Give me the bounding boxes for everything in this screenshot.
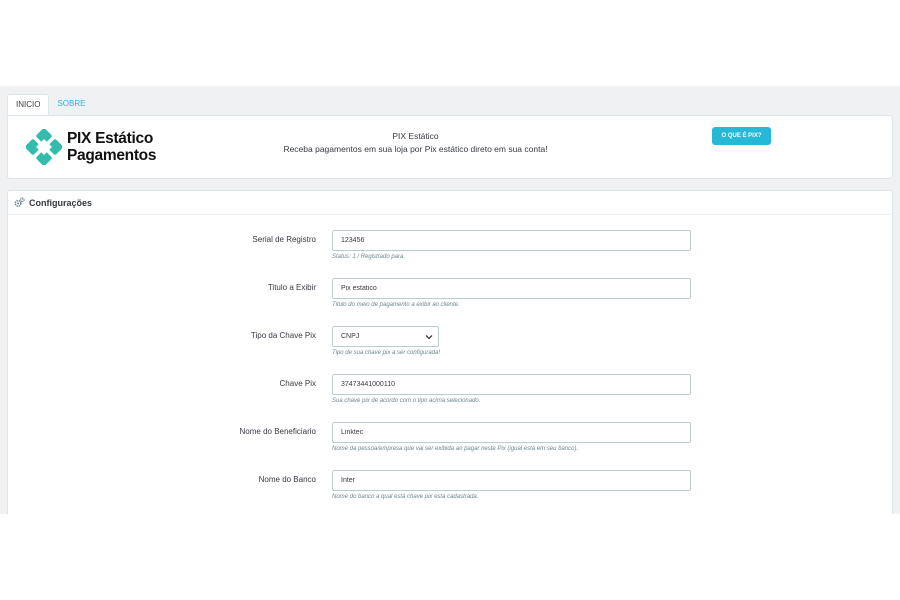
module-description: PIX Estático Receba pagamentos em sua lo… <box>258 130 573 156</box>
pix-diamond-logo-icon <box>26 129 62 165</box>
tab-bar: INICIO SOBRE <box>7 94 93 115</box>
bank-label: Nome do Banco <box>258 475 316 484</box>
module-title: PIX Estático <box>392 131 439 141</box>
logo-text: PIX Estático Pagamentos <box>67 130 156 164</box>
bank-input[interactable] <box>332 470 691 491</box>
module-header-panel: PIX Estático Pagamentos PIX Estático Rec… <box>7 115 893 179</box>
key-type-selected-value: CNPJ <box>341 333 360 340</box>
pix-logo: PIX Estático Pagamentos <box>26 129 156 165</box>
gears-icon <box>14 197 25 207</box>
key-type-label: Tipo da Chave Pix <box>250 331 316 340</box>
pix-key-input[interactable] <box>332 374 691 395</box>
title-input[interactable] <box>332 278 691 299</box>
logo-line-2: Pagamentos <box>67 147 157 164</box>
config-panel: Configurações Serial de Registro Status:… <box>7 190 893 514</box>
module-config-page: INICIO SOBRE PIX Estático Pagamentos PIX… <box>0 86 900 514</box>
chevron-down-icon <box>425 335 433 340</box>
tab-sobre[interactable]: SOBRE <box>49 94 93 115</box>
title-label: Titulo a Exibir <box>267 283 316 292</box>
pix-key-help: Sua chave pix de acordo com o tipo acima… <box>332 398 481 404</box>
config-panel-title: Configurações <box>29 197 93 208</box>
what-is-pix-button[interactable]: O QUE É PIX? <box>712 127 771 145</box>
tab-inicio[interactable]: INICIO <box>7 94 50 115</box>
config-panel-header: Configurações <box>8 191 892 215</box>
logo-line-1: PIX Estático <box>67 130 153 147</box>
serial-label: Serial de Registro <box>252 235 316 244</box>
serial-input[interactable] <box>332 230 691 251</box>
module-subtitle: Receba pagamentos em sua loja por Pix es… <box>283 144 548 154</box>
beneficiary-input[interactable] <box>332 422 691 443</box>
serial-help: Status: 1 / Registrado para. <box>332 254 406 260</box>
beneficiary-label: Nome do Beneficiario <box>239 427 316 436</box>
key-type-select[interactable]: CNPJ <box>332 326 439 347</box>
title-help: Titulo do meio de pagamento a exibir ao … <box>332 302 460 308</box>
pix-key-label: Chave Pix <box>279 379 316 388</box>
bank-help: Nome do banco a qual está chave pix esta… <box>332 494 479 500</box>
key-type-help: Tipo de sua chave pix a ser configurada! <box>332 350 441 356</box>
beneficiary-help: Nome da pessoa/empresa que vai ser exibi… <box>332 446 579 452</box>
